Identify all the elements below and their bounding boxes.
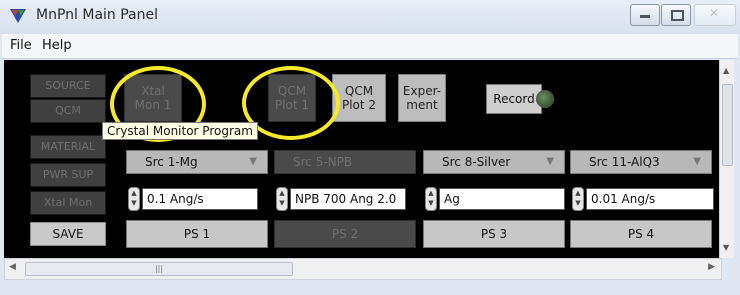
maximize-button[interactable] xyxy=(661,4,691,26)
record-led-indicator xyxy=(536,90,554,108)
rate-field-1[interactable]: 0.1 Ang/s xyxy=(142,188,258,210)
rate-field-3[interactable]: Ag xyxy=(439,188,565,210)
dropdown-arrow-icon: ▼ xyxy=(693,156,701,167)
rate-stepper-3[interactable]: ▲ ▼ xyxy=(425,187,437,211)
nav-pwr-sup-button[interactable]: PWR SUP xyxy=(30,163,106,187)
main-window: MnPnl Main Panel File Help SOURCE QCM MA… xyxy=(0,0,740,295)
nav-xtal-mon-button[interactable]: Xtal Mon xyxy=(30,191,106,215)
dropdown-arrow-icon: ▼ xyxy=(249,156,257,167)
rate-stepper-1[interactable]: ▲ ▼ xyxy=(128,187,140,211)
menu-file[interactable]: File xyxy=(10,38,32,53)
scroll-thumb[interactable] xyxy=(722,84,733,166)
ps-1-button[interactable]: PS 1 xyxy=(126,220,268,248)
nav-source-button[interactable]: SOURCE xyxy=(30,74,106,98)
save-button[interactable]: SAVE xyxy=(30,222,106,246)
menu-bar: File Help xyxy=(2,34,738,59)
source-select-4[interactable]: Src 11-AlQ3 ▼ xyxy=(570,150,712,174)
source-select-4-label: Src 11-AlQ3 xyxy=(589,155,660,169)
scroll-up-icon[interactable]: ▲ xyxy=(723,66,729,75)
source-select-3[interactable]: Src 8-Silver ▼ xyxy=(423,150,565,174)
dropdown-arrow-icon: ▼ xyxy=(546,156,554,167)
source-select-2-label: Src 5-NPB xyxy=(293,155,353,169)
window-title: MnPnl Main Panel xyxy=(36,7,159,23)
rate-stepper-4[interactable]: ▲ ▼ xyxy=(572,187,584,211)
source-select-1[interactable]: Src 1-Mg ▼ xyxy=(126,150,268,174)
horizontal-scrollbar[interactable]: ◀ ||| ▶ xyxy=(4,258,722,280)
close-button[interactable] xyxy=(694,4,736,26)
qcm-plot-1-button[interactable]: QCM Plot 1 xyxy=(268,74,316,122)
main-panel: SOURCE QCM MATERIAL PWR SUP Xtal Mon SAV… xyxy=(4,60,734,258)
menu-help[interactable]: Help xyxy=(42,38,72,53)
rate-field-4[interactable]: 0.01 Ang/s xyxy=(586,188,714,210)
nav-qcm-button[interactable]: QCM xyxy=(30,99,106,123)
rate-stepper-2[interactable]: ▲ ▼ xyxy=(276,187,288,211)
scroll-thumb-h[interactable]: ||| xyxy=(25,262,293,276)
tooltip: Crystal Monitor Program xyxy=(102,122,258,140)
scroll-right-icon[interactable]: ▶ xyxy=(708,262,715,272)
minimize-button[interactable] xyxy=(630,4,660,26)
source-select-3-label: Src 8-Silver xyxy=(442,155,511,169)
vertical-scrollbar[interactable]: ▲ ▼ xyxy=(719,60,734,258)
experiment-button[interactable]: Exper- ment xyxy=(398,74,446,122)
qcm-plot-2-button[interactable]: QCM Plot 2 xyxy=(332,74,386,122)
xtal-mon-1-button[interactable]: Xtal Mon 1 xyxy=(124,74,182,122)
ps-4-button[interactable]: PS 4 xyxy=(570,220,712,248)
nav-material-button[interactable]: MATERIAL xyxy=(30,135,106,159)
scroll-down-icon[interactable]: ▼ xyxy=(723,243,729,252)
source-select-1-label: Src 1-Mg xyxy=(145,155,198,169)
ps-3-button[interactable]: PS 3 xyxy=(423,220,565,248)
source-select-2[interactable]: Src 5-NPB xyxy=(274,150,416,174)
record-button[interactable]: Record xyxy=(486,84,542,114)
ps-2-button[interactable]: PS 2 xyxy=(274,220,416,248)
title-bar: MnPnl Main Panel xyxy=(0,0,740,34)
scroll-left-icon[interactable]: ◀ xyxy=(9,262,16,272)
rate-field-2[interactable]: NPB 700 Ang 2.0 xyxy=(290,188,406,210)
app-icon xyxy=(10,9,26,23)
